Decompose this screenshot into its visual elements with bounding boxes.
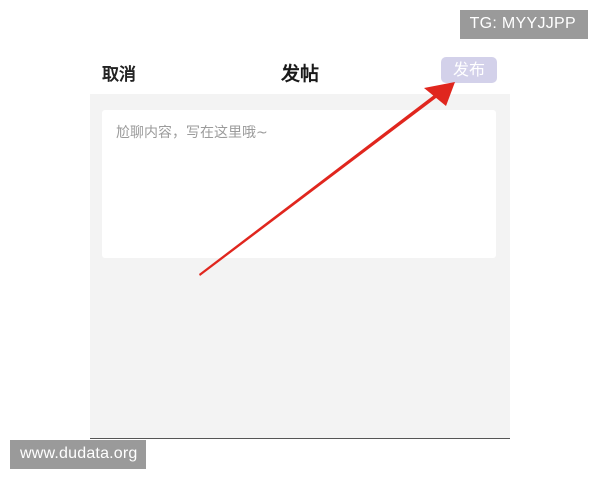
annotation-arrow: [199, 82, 455, 276]
watermark-tg: TG: MYYJJPP: [459, 10, 588, 39]
arrow-shaft: [199, 92, 440, 276]
watermark-site: www.dudata.org: [10, 440, 146, 469]
